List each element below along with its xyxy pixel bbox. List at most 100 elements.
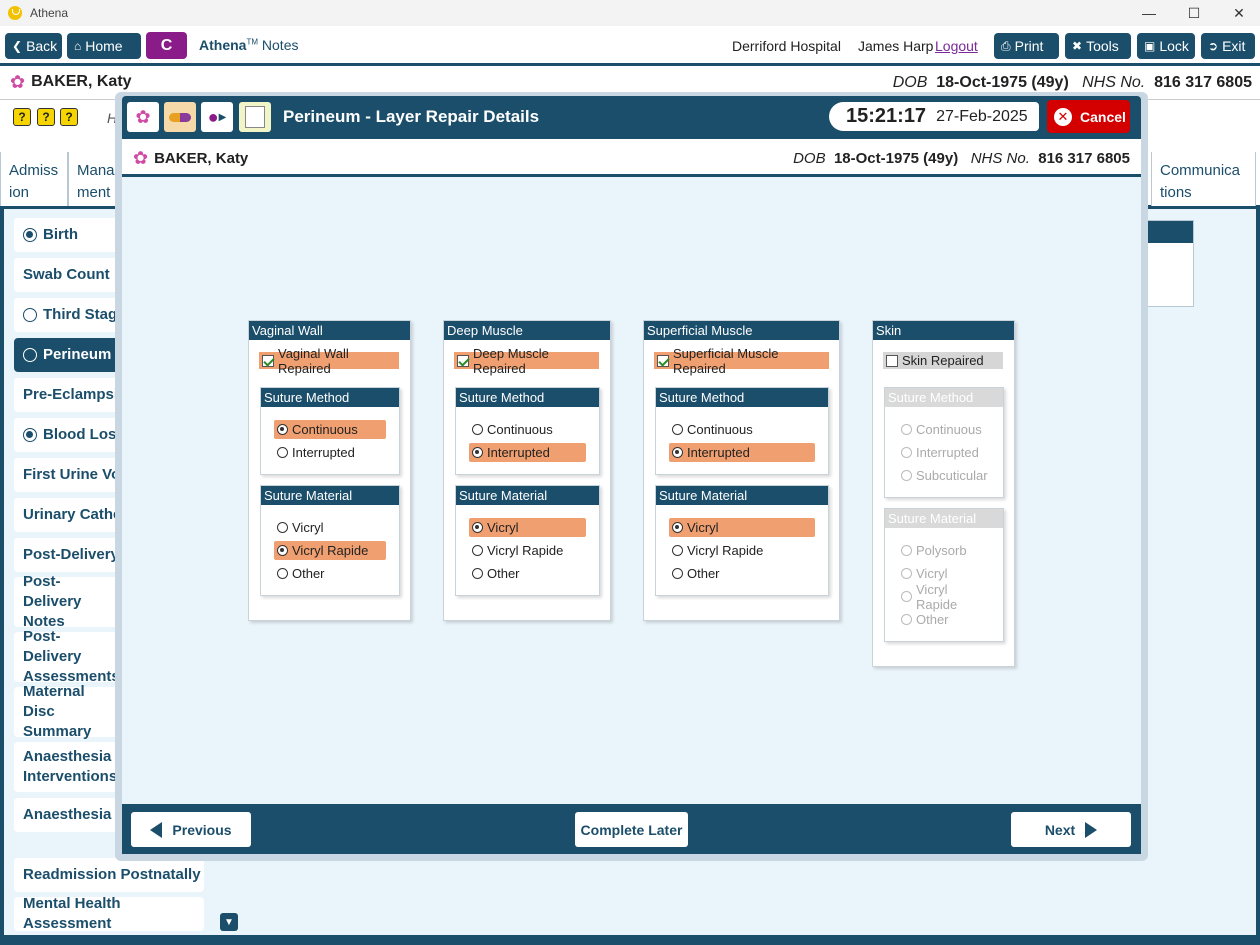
c-button[interactable]: C — [146, 32, 187, 59]
close-circle-icon: ✕ — [1054, 107, 1072, 126]
current-date: 27-Feb-2025 — [936, 107, 1028, 125]
back-button[interactable]: ❮ Back — [5, 33, 62, 59]
option-label: Other — [292, 566, 325, 581]
notes-icon[interactable] — [239, 102, 271, 132]
repaired-checkbox[interactable]: Deep Muscle Repaired — [454, 346, 599, 376]
exit-button[interactable]: ➲ Exit — [1201, 33, 1255, 59]
radio-icon — [672, 447, 683, 458]
medication-icon[interactable] — [164, 102, 196, 132]
person-arrow-icon[interactable]: ● ▶ — [201, 102, 233, 132]
option-label: Other — [687, 566, 720, 581]
home-icon: ⌂ — [74, 39, 82, 53]
radio-icon — [901, 545, 912, 556]
repair-group: Deep Muscle Deep Muscle Repaired Suture Me… — [443, 320, 611, 621]
suture-method-option[interactable]: Interrupted — [274, 443, 386, 462]
sidebar-item-label: Anaesthesia F — [23, 806, 125, 823]
suture-material-panel: Suture Material Vicryl Vicryl Rapide Other — [455, 485, 600, 596]
repair-group: Vaginal Wall Vaginal Wall Repaired Suture … — [248, 320, 411, 621]
suture-method-option: Subcuticular — [898, 466, 990, 485]
option-label: Polysorb — [916, 543, 967, 558]
suture-method-option[interactable]: Continuous — [469, 420, 586, 439]
alert-icon[interactable]: ? — [13, 108, 31, 126]
sidebar-item-label: Third Stage — [43, 306, 126, 323]
panel-title: Suture Material — [456, 486, 599, 506]
suture-material-option[interactable]: Other — [469, 564, 586, 583]
complete-later-button[interactable]: Complete Later — [575, 812, 688, 847]
arrow-right-icon — [1085, 821, 1098, 838]
suture-material-option[interactable]: Other — [274, 564, 386, 583]
option-label: Vicryl Rapide — [487, 543, 564, 558]
suture-method-panel: Suture Method Continuous Interrupted — [260, 387, 400, 475]
suture-method-panel: Suture Method Continuous Interrupted — [655, 387, 829, 475]
maximize-icon[interactable]: ☐ — [1171, 0, 1217, 26]
suture-material-option[interactable]: Other — [669, 564, 815, 583]
suture-method-option[interactable]: Continuous — [669, 420, 815, 439]
tab-admission[interactable]: Admiss ion — [0, 152, 68, 206]
checkbox-label: Deep Muscle Repaired — [473, 345, 549, 376]
checkbox-icon — [457, 354, 469, 367]
patient-dob-nhs: DOB 18-Oct-1975 (49y) NHS No. 816 317 68… — [892, 74, 1252, 91]
logout-link[interactable]: Logout — [935, 38, 978, 54]
suture-material-option[interactable]: Vicryl — [274, 518, 386, 537]
option-label: Continuous — [916, 422, 982, 437]
patient-name: ✿ BAKER, Katy — [10, 72, 132, 92]
radio-icon — [901, 614, 912, 625]
suture-method-option[interactable]: Interrupted — [669, 443, 815, 462]
suture-method-option: Continuous — [898, 420, 990, 439]
option-label: Continuous — [687, 422, 753, 437]
background-card — [1140, 220, 1194, 307]
group-title: Deep Muscle — [444, 321, 610, 341]
checkbox-icon — [886, 354, 898, 367]
suture-material-option[interactable]: Vicryl Rapide — [274, 541, 386, 560]
repair-group: Skin Skin Repaired Suture Method Continuous… — [872, 320, 1015, 667]
option-label: Other — [916, 612, 949, 627]
radio-icon — [672, 545, 683, 556]
repair-group: Superficial Muscle Superficial Muscle Rep… — [643, 320, 840, 621]
close-icon[interactable]: ✕ — [1216, 0, 1260, 26]
suture-method-option[interactable]: Continuous — [274, 420, 386, 439]
tab-communications[interactable]: Communica tions — [1151, 152, 1256, 206]
radio-icon — [277, 447, 288, 458]
repaired-checkbox[interactable]: Superficial Muscle Repaired — [654, 346, 829, 376]
flower-icon: ✿ — [133, 148, 149, 168]
suture-material-option[interactable]: Vicryl Rapide — [669, 541, 815, 560]
suture-method-option[interactable]: Interrupted — [469, 443, 586, 462]
time-display: 15:21:17 27-Feb-2025 — [829, 102, 1039, 131]
next-button[interactable]: Next — [1011, 812, 1131, 847]
printer-icon: ⎙ — [1001, 38, 1011, 53]
sidebar-item-label: Blood Loss — [43, 426, 125, 443]
sidebar-item-label: Urinary Cathe — [23, 506, 122, 523]
alert-icon[interactable]: ? — [37, 108, 55, 126]
minimize-icon[interactable]: — — [1126, 0, 1172, 26]
option-label: Interrupted — [916, 445, 979, 460]
sidebar-item[interactable]: Readmission Postnatally — [14, 858, 204, 892]
cancel-button[interactable]: ✕ Cancel — [1047, 100, 1130, 133]
suture-material-option[interactable]: Vicryl — [669, 518, 815, 537]
window-title: Athena — [30, 6, 69, 20]
sidebar-item-label: Maternal Disc Summary — [23, 683, 92, 740]
previous-button[interactable]: Previous — [131, 812, 251, 847]
suture-material-option: Vicryl — [898, 564, 990, 583]
repaired-checkbox[interactable]: Skin Repaired — [883, 352, 1003, 369]
alert-icon[interactable]: ? — [60, 108, 78, 126]
suture-material-option[interactable]: Vicryl — [469, 518, 586, 537]
background-card-header — [1141, 221, 1193, 243]
tools-button[interactable]: ✖ Tools — [1065, 33, 1131, 59]
home-button[interactable]: ⌂ Home — [67, 33, 141, 59]
repaired-checkbox[interactable]: Vaginal Wall Repaired — [259, 346, 399, 376]
suture-material-option[interactable]: Vicryl Rapide — [469, 541, 586, 560]
print-button[interactable]: ⎙ Print — [994, 33, 1059, 59]
arrow-left-icon — [150, 821, 163, 838]
chevron-left-icon: ❮ — [12, 39, 23, 53]
option-label: Subcuticular — [916, 468, 988, 483]
option-label: Interrupted — [687, 445, 750, 460]
sidebar-item[interactable]: Mental Health Assessment — [14, 895, 204, 932]
panel-title: Suture Method — [456, 388, 599, 408]
radio-icon — [901, 424, 912, 435]
flower-icon[interactable]: ✿ — [127, 102, 159, 132]
tools-icon: ✖ — [1072, 39, 1083, 53]
tab-management[interactable]: Mana ment — [68, 152, 122, 206]
radio-icon — [472, 424, 483, 435]
lock-button[interactable]: ▣ Lock — [1137, 33, 1195, 59]
scroll-down-icon[interactable]: ▼ — [220, 913, 238, 931]
